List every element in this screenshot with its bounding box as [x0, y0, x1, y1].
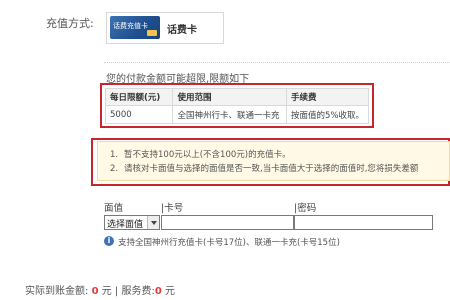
card-name-label: 话费卡	[167, 25, 197, 36]
actual-amount-unit: 元	[101, 286, 112, 297]
table-header-row: 每日限额(元) 使用范围 手续费	[104, 88, 369, 106]
phone-card-image: 话费充值卡	[110, 16, 160, 39]
notice-number: 1.	[110, 150, 119, 160]
notice-panel: 1. 暂不支持100元以上(不含100元)的充值卡。 2. 请核对卡面值与选择的面值…	[97, 141, 450, 181]
info-icon: i	[104, 236, 114, 246]
header-fee: 手续费	[286, 88, 369, 106]
cell-fee: 按面值的5%收取。	[286, 105, 369, 124]
password-label: |密码	[294, 203, 317, 214]
payment-method-label: 充值方式:	[46, 17, 94, 30]
service-fee-unit: 元	[165, 286, 175, 297]
card-number-label: |卡号	[161, 203, 184, 214]
header-daily-limit: 每日限额(元)	[104, 88, 174, 106]
cell-daily-limit: 5000	[104, 105, 174, 124]
card-number-input[interactable]	[161, 215, 294, 230]
denomination-select-value: 选择面值	[107, 220, 144, 230]
card-image-text: 话费充值卡	[113, 22, 148, 30]
service-fee-label: 服务费:	[121, 286, 155, 297]
amount-summary: 实际到账金额: 0 元 | 服务费:0 元	[25, 282, 175, 297]
support-note: 支持全国神州行充值卡(卡号17位)、联通一卡充(卡号15位)	[118, 238, 340, 248]
notice-number: 2.	[110, 164, 119, 174]
phone-card-option[interactable]: 话费充值卡 话费卡	[106, 12, 224, 44]
divider	[104, 62, 450, 63]
actual-amount-label: 实际到账金额:	[25, 286, 89, 297]
notice-text: 请核对卡面值与选择的面值是否一致,当卡面值大于选择的面值时,您将损失差额	[124, 164, 419, 174]
cell-scope: 全国神州行卡、联通一卡充	[172, 105, 287, 124]
summary-divider: |	[114, 286, 119, 297]
password-input[interactable]	[294, 215, 433, 230]
notice-text: 暂不支持100元以上(不含100元)的充值卡。	[124, 150, 291, 160]
denomination-select[interactable]: 选择面值	[104, 215, 160, 230]
service-fee-value: 0	[154, 286, 162, 297]
table-row: 5000 全国神州行卡、联通一卡充 按面值的5%收取。	[104, 105, 369, 124]
header-scope: 使用范围	[172, 88, 287, 106]
actual-amount-value: 0	[91, 286, 99, 297]
notice-item: 1. 暂不支持100元以上(不含100元)的充值卡。	[110, 148, 291, 160]
limit-table: 每日限额(元) 使用范围 手续费 5000 全国神州行卡、联通一卡充 按面值的5…	[104, 88, 369, 124]
chevron-down-icon	[147, 216, 159, 229]
denomination-label: 面值	[104, 203, 124, 214]
notice-item: 2. 请核对卡面值与选择的面值是否一致,当卡面值大于选择的面值时,您将损失差额	[110, 162, 418, 174]
card-chip-icon	[147, 30, 157, 36]
